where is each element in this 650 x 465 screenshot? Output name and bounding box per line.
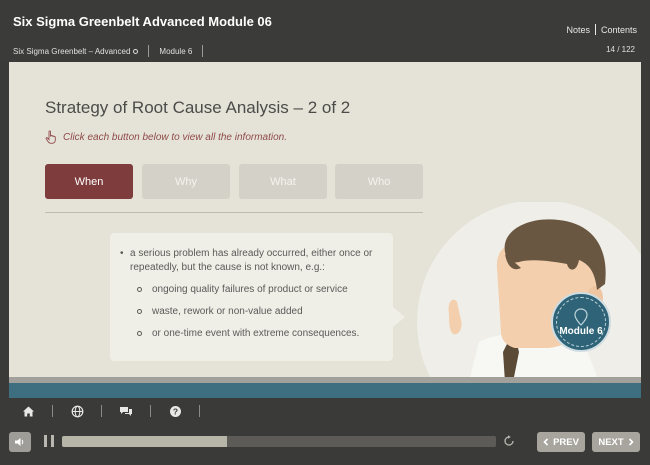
player-bar: PREV NEXT: [0, 424, 650, 465]
instruction-label: Click each button below to view all the …: [63, 131, 288, 143]
info-callout: a serious problem has already occurred, …: [110, 233, 405, 361]
pointer-hand-icon: [45, 130, 56, 144]
prev-button[interactable]: PREV: [537, 432, 585, 452]
notes-link[interactable]: Notes: [566, 25, 590, 35]
top-links: Notes Contents: [566, 24, 637, 35]
tab-what[interactable]: What: [239, 164, 327, 199]
contents-link[interactable]: Contents: [601, 25, 637, 35]
breadcrumb-divider: [148, 45, 150, 57]
tab-who[interactable]: Who: [335, 164, 423, 199]
home-icon[interactable]: [21, 404, 35, 418]
next-button[interactable]: NEXT: [592, 432, 640, 452]
instruction-text: Click each button below to view all the …: [45, 130, 287, 144]
pause-button[interactable]: [44, 435, 54, 447]
module-badge: Module 6: [551, 292, 611, 352]
list-item: waste, rework or non-value added: [120, 305, 383, 319]
slide-floor-band: [9, 383, 641, 398]
volume-button[interactable]: [9, 432, 31, 452]
top-link-separator: [594, 24, 596, 35]
settings-icon[interactable]: [133, 48, 139, 54]
prev-label: PREV: [553, 436, 579, 448]
module-badge-ring: Module 6: [556, 297, 606, 347]
slide-title: Strategy of Root Cause Analysis – 2 of 2: [45, 98, 351, 117]
sub-item-text: ongoing quality failures of product or s…: [152, 284, 348, 295]
toolbar-separator: [150, 405, 151, 417]
replay-icon[interactable]: [503, 435, 515, 447]
speaker-icon: [15, 438, 24, 446]
list-item: ongoing quality failures of product or s…: [120, 283, 383, 297]
chat-icon[interactable]: [119, 404, 133, 418]
next-label: NEXT: [598, 436, 624, 448]
slide-area: Strategy of Root Cause Analysis – 2 of 2…: [9, 62, 641, 398]
tab-divider: [45, 212, 423, 213]
toolbar-separator: [199, 405, 200, 417]
circle-bullet-icon: [137, 309, 142, 314]
progress-fill: [62, 436, 227, 447]
tab-when[interactable]: When: [45, 164, 133, 199]
svg-text:?: ?: [172, 406, 177, 416]
sub-item-text: waste, rework or non-value added: [152, 306, 303, 317]
course-title: Six Sigma Greenbelt Advanced Module 06: [13, 14, 272, 29]
help-icon[interactable]: ?: [168, 404, 182, 418]
list-item: or one-time event with extreme consequen…: [120, 327, 383, 341]
location-pin-icon: [574, 307, 588, 326]
progress-bar[interactable]: [62, 436, 496, 447]
toolbar: ?: [0, 398, 650, 424]
circle-bullet-icon: [137, 287, 142, 292]
module-badge-label: Module 6: [559, 325, 603, 337]
page-count: 14 / 122: [606, 45, 635, 54]
breadcrumb-course: Six Sigma Greenbelt – Advanced: [13, 46, 131, 56]
character-illustration: [417, 202, 641, 382]
tab-why[interactable]: Why: [142, 164, 230, 199]
breadcrumb: Six Sigma Greenbelt – Advanced Module 6: [13, 45, 213, 57]
main-bullet: a serious problem has already occurred, …: [120, 247, 383, 275]
circle-bullet-icon: [137, 331, 142, 336]
header: Six Sigma Greenbelt Advanced Module 06 N…: [0, 0, 650, 62]
breadcrumb-module: Module 6: [159, 46, 193, 56]
toolbar-separator: [101, 405, 102, 417]
chevron-left-icon: [543, 438, 549, 446]
sub-item-text: or one-time event with extreme consequen…: [152, 328, 360, 339]
chevron-right-icon: [628, 438, 634, 446]
breadcrumb-divider: [202, 45, 204, 57]
toolbar-separator: [52, 405, 53, 417]
globe-icon[interactable]: [70, 404, 84, 418]
